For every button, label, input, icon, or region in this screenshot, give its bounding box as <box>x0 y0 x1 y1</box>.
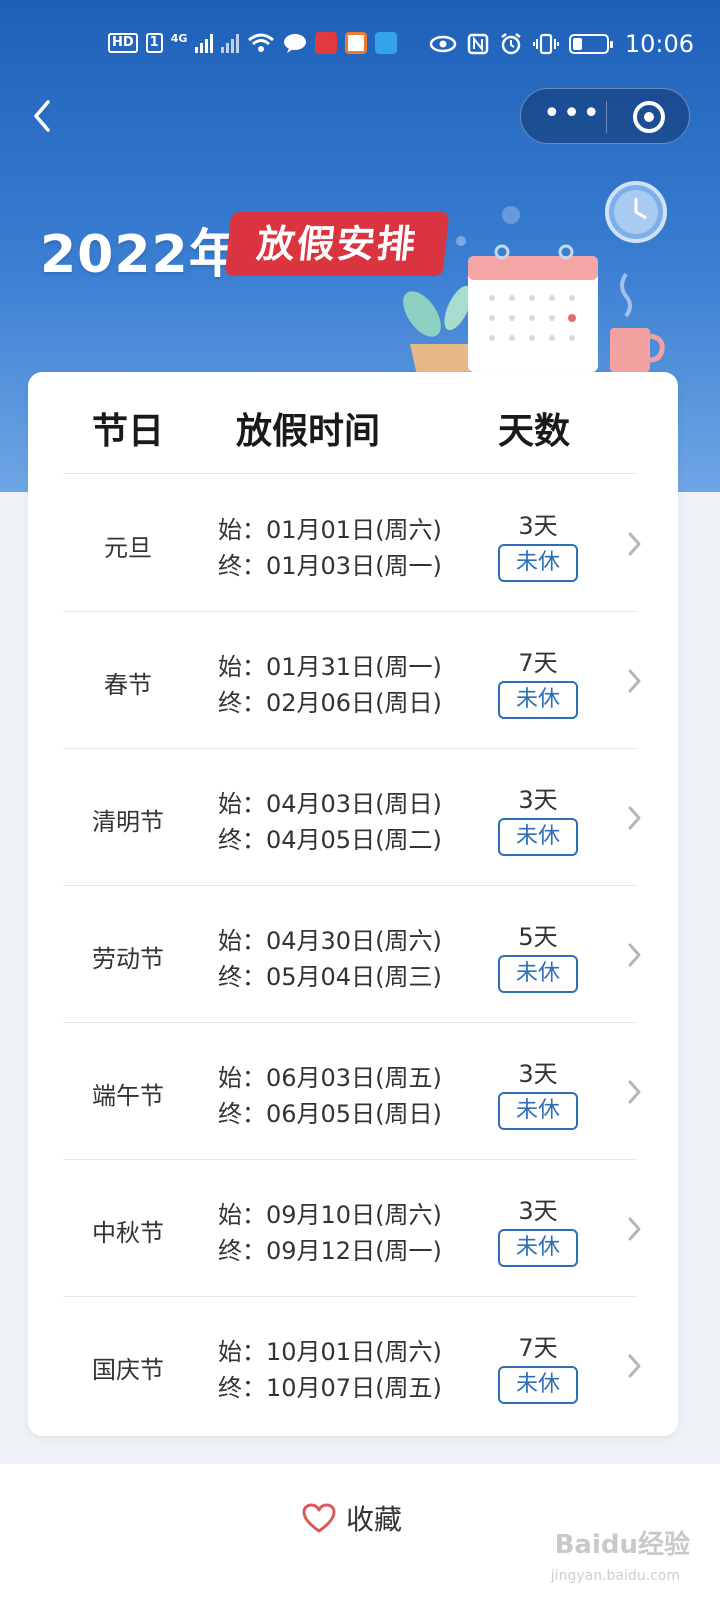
holiday-name: 国庆节 <box>92 1356 164 1384</box>
end-date: 终：10月07日(周五) <box>218 1374 442 1402</box>
eye-icon <box>429 35 457 53</box>
battery-icon <box>568 34 613 54</box>
end-date: 终：02月06日(周日) <box>218 689 442 717</box>
heart-icon <box>302 1503 336 1533</box>
holiday-name: 清明节 <box>92 808 164 836</box>
capsule-divider <box>606 101 607 133</box>
holiday-name: 端午节 <box>92 1082 164 1110</box>
status-badge: 未休 <box>498 818 578 856</box>
status-badge: 未休 <box>498 955 578 993</box>
mug-decoration-icon <box>610 272 665 372</box>
clock-decoration-icon <box>605 181 667 243</box>
end-date: 终：06月05日(周日) <box>218 1100 442 1128</box>
favorite-label: 收藏 <box>346 1503 403 1536</box>
signal-2-icon <box>221 33 240 53</box>
vibrate-icon <box>532 33 559 55</box>
status-badge: 未休 <box>498 1366 578 1404</box>
back-icon[interactable] <box>24 96 64 136</box>
nfc-icon <box>467 33 489 55</box>
table-row[interactable]: 清明节 始：04月03日(周日) 终：04月05日(周二) 3天 未休 <box>28 748 678 885</box>
status-badge: 未休 <box>498 681 578 719</box>
table-row[interactable]: 端午节 始：06月03日(周五) 终：06月05日(周日) 3天 未休 <box>28 1022 678 1159</box>
watermark-url: jingyan.baidu.com <box>550 1568 680 1584</box>
chevron-right-icon[interactable] <box>622 1352 646 1380</box>
weibo-app-icon <box>315 32 338 54</box>
table-row[interactable]: 国庆节 始：10月01日(周六) 终：10月07日(周五) 7天 未休 <box>28 1296 678 1433</box>
holiday-name: 春节 <box>104 671 152 699</box>
chevron-right-icon[interactable] <box>622 1215 646 1243</box>
end-date: 终：01月03日(周一) <box>218 552 442 580</box>
header-days: 天数 <box>498 411 571 452</box>
days-count: 5天 <box>518 923 558 951</box>
status-bar: HD 1 4G 10:06 <box>0 28 720 64</box>
clock-time: 10:06 <box>624 30 694 58</box>
calendar-decoration-icon <box>468 244 598 372</box>
table-row[interactable]: 劳动节 始：04月30日(周六) 终：05月04日(周三) 5天 未休 <box>28 885 678 1022</box>
wifi-icon <box>248 33 275 52</box>
chat-icon <box>284 34 307 53</box>
status-badge: 未休 <box>498 1092 578 1130</box>
header-holiday: 节日 <box>92 411 165 452</box>
alarm-icon <box>501 33 521 55</box>
table-row[interactable]: 元旦 始：01月01日(周六) 终：01月03日(周一) 3天 未休 <box>28 474 678 611</box>
holiday-name: 元旦 <box>104 534 152 562</box>
end-date: 终：09月12日(周一) <box>218 1237 442 1265</box>
taobao-app-icon <box>345 32 368 54</box>
table-row[interactable]: 春节 始：01月31日(周一) 终：02月06日(周日) 7天 未休 <box>28 611 678 748</box>
h-app-icon <box>375 32 398 54</box>
status-badge: 未休 <box>498 544 578 582</box>
status-badge: 未休 <box>498 1229 578 1267</box>
end-date: 终：05月04日(周三) <box>218 963 442 991</box>
more-icon[interactable]: ••• <box>543 99 600 131</box>
table-row[interactable]: 中秋节 始：09月10日(周六) 终：09月12日(周一) 3天 未休 <box>28 1159 678 1296</box>
start-date: 始：01月01日(周六) <box>218 516 442 544</box>
start-date: 始：10月01日(周六) <box>218 1338 442 1366</box>
signal-icon <box>195 33 214 53</box>
sim-badge: 1 <box>145 33 163 53</box>
target-icon[interactable] <box>633 101 665 133</box>
start-date: 始：06月03日(周五) <box>218 1064 442 1092</box>
bubble-decoration <box>502 206 520 224</box>
days-count: 3天 <box>518 1060 558 1088</box>
status-left: HD 1 4G <box>108 32 398 54</box>
bottom-bar: 收藏 Baidu经验 jingyan.baidu.com <box>0 1464 720 1600</box>
days-count: 3天 <box>518 786 558 814</box>
banner-year: 2022年 <box>40 225 242 285</box>
holiday-card: 节日 放假时间 天数 元旦 始：01月01日(周六) 终：01月03日(周一) … <box>28 372 678 1436</box>
start-date: 始：04月30日(周六) <box>218 927 442 955</box>
chevron-right-icon[interactable] <box>622 804 646 832</box>
mini-program-capsule: ••• <box>520 88 690 144</box>
banner-tag: 放假安排 <box>224 212 450 276</box>
chevron-right-icon[interactable] <box>622 1078 646 1106</box>
holiday-name: 劳动节 <box>92 945 164 973</box>
table-header: 节日 放假时间 天数 <box>28 372 678 472</box>
chevron-right-icon[interactable] <box>622 667 646 695</box>
end-date: 终：04月05日(周二) <box>218 826 442 854</box>
network-type: 4G <box>170 32 188 45</box>
chevron-right-icon[interactable] <box>622 530 646 558</box>
days-count: 3天 <box>518 512 558 540</box>
days-count: 3天 <box>518 1197 558 1225</box>
start-date: 始：04月03日(周日) <box>218 790 442 818</box>
start-date: 始：01月31日(周一) <box>218 653 442 681</box>
hd-badge: HD <box>108 33 138 53</box>
status-right: 10:06 <box>429 30 694 58</box>
holiday-name: 中秋节 <box>92 1219 164 1247</box>
start-date: 始：09月10日(周六) <box>218 1201 442 1229</box>
chevron-right-icon[interactable] <box>622 941 646 969</box>
watermark: Baidu经验 <box>554 1530 690 1560</box>
favorite-button[interactable]: 收藏 <box>302 1498 402 1538</box>
header-period: 放假时间 <box>236 411 381 452</box>
days-count: 7天 <box>518 1334 558 1362</box>
days-count: 7天 <box>518 649 558 677</box>
